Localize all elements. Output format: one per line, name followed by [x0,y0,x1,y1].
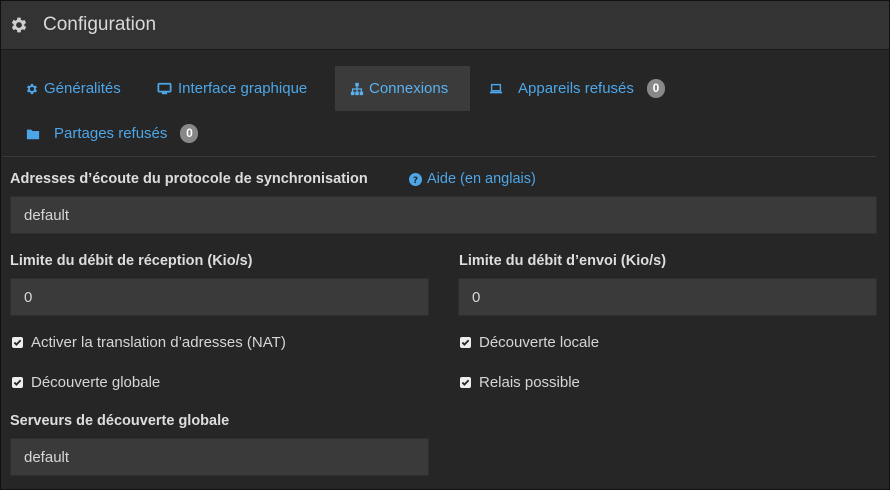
relaying-label: Relais possible [479,374,580,391]
global-discovery-checkbox[interactable]: Découverte globale [12,374,160,391]
dialog-title: Configuration [43,14,157,35]
checkbox-checked [12,377,23,388]
check-icon [13,379,22,386]
settings-tabs: Généralités Interface graphique Connexio… [12,66,878,156]
laptop-icon [489,83,503,93]
sync-addresses-value: default [24,206,70,224]
folder-icon [26,129,40,139]
tab-label: Connexions [369,80,449,97]
tab-connections[interactable]: Connexions [335,66,470,111]
help-link[interactable]: ? Aide (en anglais) [409,171,536,187]
tab-gui[interactable]: Interface graphique [156,66,307,111]
sync-addresses-input[interactable]: default [10,196,877,234]
check-icon [461,379,470,386]
checkbox-checked [12,337,23,348]
tab-label: Interface graphique [178,80,308,97]
send-limit-input[interactable]: 0 [458,278,877,316]
tab-label: Appareils refusés [518,80,634,97]
ignored-devices-count-badge: 0 [646,79,665,98]
local-discovery-label: Découverte locale [479,334,600,351]
sync-addresses-label: Adresses d’écoute du protocole de synchr… [10,171,368,187]
receive-limit-label: Limite du débit de réception (Kio/s) [10,253,253,269]
receive-limit-input[interactable]: 0 [10,278,429,316]
send-limit-label: Limite du débit d’envoi (Kio/s) [459,253,667,269]
tab-general[interactable]: Généralités [25,66,121,111]
tab-ignored-folders[interactable]: Partages refusés 0 [25,111,199,156]
receive-limit-value: 0 [24,288,33,306]
checkbox-checked [460,377,471,388]
desktop-icon [157,82,172,94]
settings-dialog: Configuration Généralités Interface grap… [0,0,890,490]
gear-icon [11,17,27,33]
help-link-label: Aide (en anglais) [427,171,536,187]
global-discovery-label: Découverte globale [31,374,161,391]
tab-label: Partages refusés [54,125,168,142]
ignored-folders-count-badge: 0 [180,124,199,143]
gear-icon [26,83,38,94]
sitemap-icon [350,82,364,95]
discovery-servers-value: default [24,448,70,466]
nat-checkbox[interactable]: Activer la translation d’adresses (NAT) [12,334,286,351]
discovery-servers-input[interactable]: default [10,438,429,476]
checkbox-checked [460,337,471,348]
tab-label: Généralités [44,80,121,97]
dialog-header: Configuration [1,1,889,50]
question-circle-icon: ? [409,172,422,186]
check-icon [13,339,22,346]
discovery-servers-label: Serveurs de découverte globale [10,413,230,429]
local-discovery-checkbox[interactable]: Découverte locale [460,334,599,351]
svg-text:?: ? [413,175,418,185]
send-limit-value: 0 [472,288,481,306]
check-icon [461,339,470,346]
tabs-divider [2,156,876,157]
nat-label: Activer la translation d’adresses (NAT) [31,334,286,351]
tab-ignored-devices[interactable]: Appareils refusés 0 [488,66,665,111]
relaying-checkbox[interactable]: Relais possible [460,374,580,391]
